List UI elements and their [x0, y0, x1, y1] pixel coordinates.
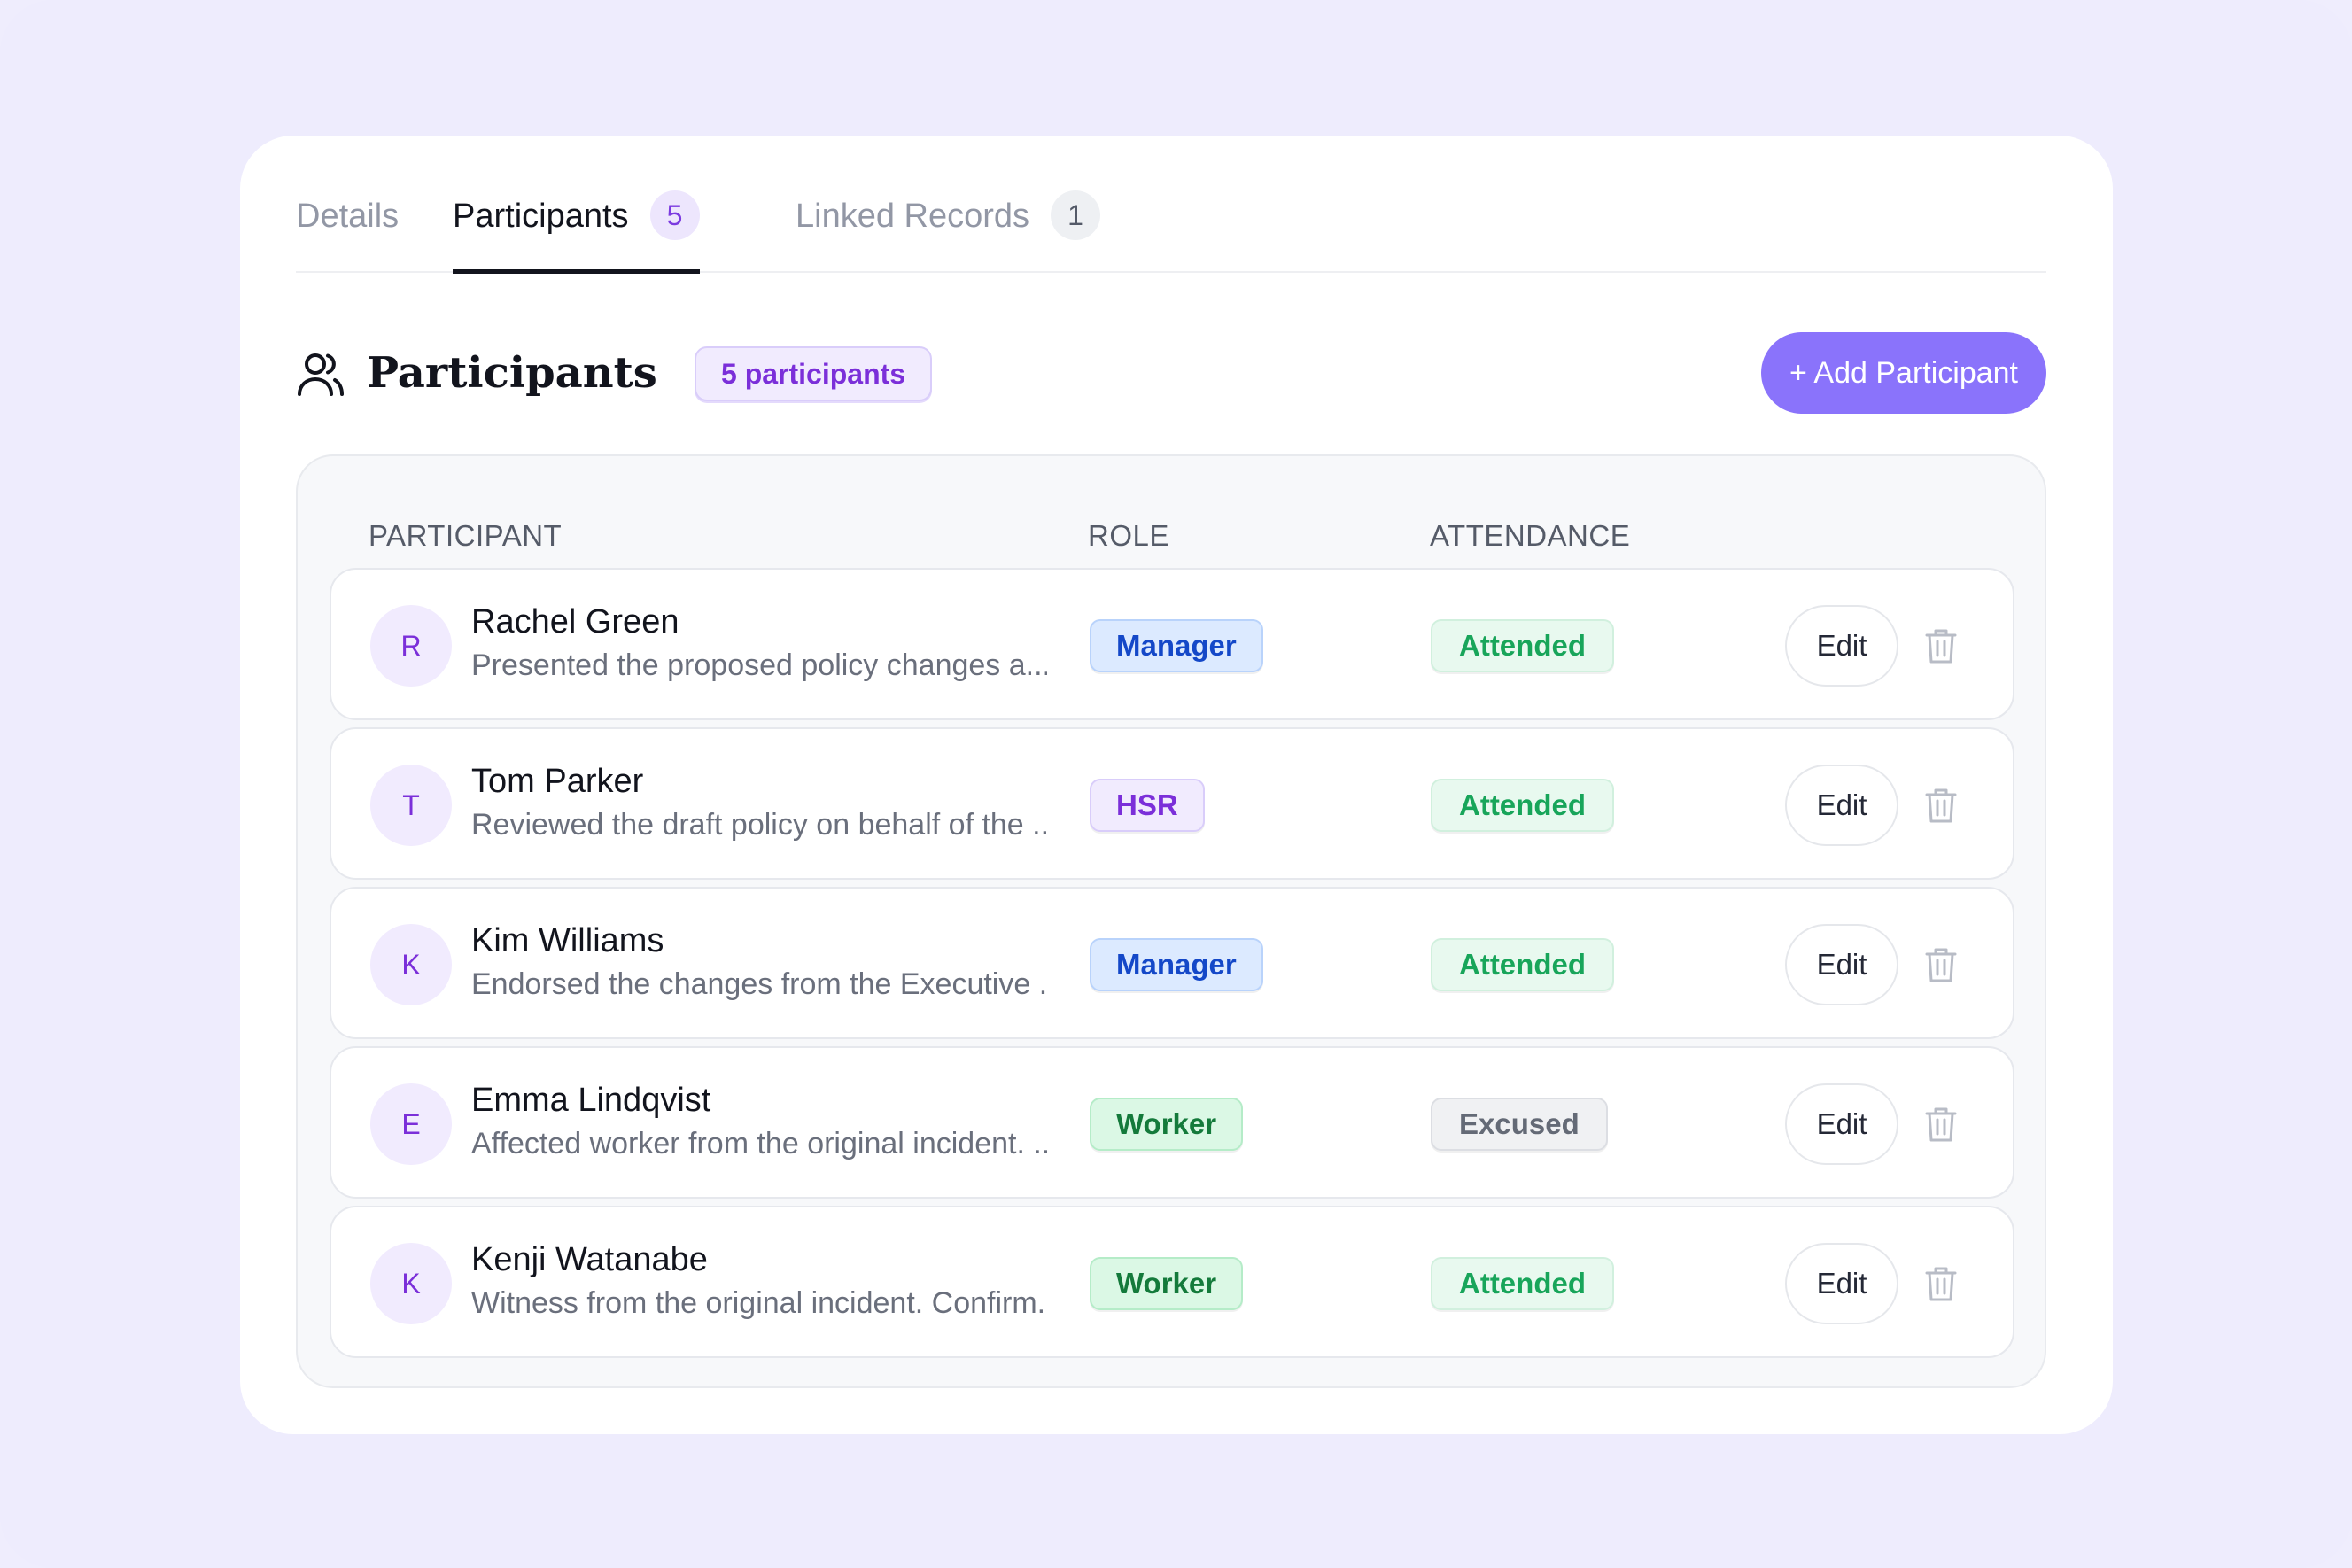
tab-linked-records[interactable]: Linked Records 1 — [796, 190, 1101, 272]
role-badge: HSR — [1090, 779, 1205, 832]
participant-count-badge: 5 participants — [695, 346, 933, 401]
participant-name: Kenji Watanabe — [471, 1241, 708, 1278]
edit-button[interactable]: Edit — [1785, 1243, 1898, 1324]
table-row: R Rachel Green Presented the proposed po… — [330, 568, 2014, 720]
participants-table: PARTICIPANT ROLE ATTENDANCE R Rachel Gre… — [296, 454, 2046, 1388]
tab-count-badge: 1 — [1051, 190, 1101, 240]
trash-icon[interactable] — [1920, 943, 1962, 986]
avatar: T — [370, 765, 452, 846]
participant-name: Tom Parker — [471, 763, 644, 800]
tab-count-badge: 5 — [649, 190, 700, 240]
avatar: K — [370, 924, 452, 1005]
participant-note: Presented the proposed policy changes a.… — [471, 648, 1047, 682]
attendance-badge: Attended — [1431, 619, 1614, 672]
table-row: T Tom Parker Reviewed the draft policy o… — [330, 727, 2014, 880]
participants-card: Details Participants 5 Linked Records 1 … — [240, 136, 2113, 1434]
participant-note: Affected worker from the original incide… — [471, 1127, 1047, 1160]
table-row: E Emma Lindqvist Affected worker from th… — [330, 1046, 2014, 1199]
participant-note: Witness from the original incident. Conf… — [471, 1286, 1047, 1320]
attendance-badge: Attended — [1431, 1257, 1614, 1310]
edit-button[interactable]: Edit — [1785, 924, 1898, 1005]
section-title: Participants — [367, 348, 657, 398]
column-header-participant: PARTICIPANT — [369, 519, 563, 552]
tab-label: Participants — [453, 198, 629, 235]
participant-name: Kim Williams — [471, 922, 664, 959]
add-participant-button[interactable]: + Add Participant — [1761, 332, 2046, 414]
page-background: Details Participants 5 Linked Records 1 … — [0, 0, 2352, 1568]
tab-label: Linked Records — [796, 198, 1030, 235]
edit-button[interactable]: Edit — [1785, 765, 1898, 846]
tab-bar: Details Participants 5 Linked Records 1 — [296, 136, 2046, 274]
trash-icon[interactable] — [1920, 1262, 1962, 1305]
tab-participants[interactable]: Participants 5 — [453, 190, 700, 274]
table-row: K Kenji Watanabe Witness from the origin… — [330, 1206, 2014, 1358]
role-badge: Worker — [1090, 1098, 1244, 1151]
tab-details[interactable]: Details — [296, 190, 399, 272]
table-row: K Kim Williams Endorsed the changes from… — [330, 887, 2014, 1039]
participant-note: Reviewed the draft policy on behalf of t… — [471, 808, 1047, 842]
participant-name: Emma Lindqvist — [471, 1082, 711, 1119]
avatar: E — [370, 1083, 452, 1165]
avatar: K — [370, 1243, 452, 1324]
trash-icon[interactable] — [1920, 625, 1962, 667]
attendance-badge: Attended — [1431, 938, 1614, 991]
role-badge: Worker — [1090, 1257, 1244, 1310]
trash-icon[interactable] — [1920, 1103, 1962, 1145]
trash-icon[interactable] — [1920, 784, 1962, 827]
role-badge: Manager — [1090, 938, 1263, 991]
users-icon — [298, 353, 344, 396]
participant-name: Rachel Green — [471, 603, 679, 640]
tab-label: Details — [296, 198, 400, 235]
avatar: R — [370, 605, 452, 687]
section-header: Participants 5 participants + Add Partic… — [296, 332, 2046, 415]
edit-button[interactable]: Edit — [1785, 1083, 1898, 1165]
column-header-role: ROLE — [1088, 519, 1169, 552]
edit-button[interactable]: Edit — [1785, 605, 1898, 687]
attendance-badge: Attended — [1431, 779, 1614, 832]
role-badge: Manager — [1090, 619, 1263, 672]
attendance-badge: Excused — [1431, 1098, 1608, 1151]
column-header-attendance: ATTENDANCE — [1430, 519, 1631, 552]
participant-note: Endorsed the changes from the Executive … — [471, 967, 1047, 1001]
